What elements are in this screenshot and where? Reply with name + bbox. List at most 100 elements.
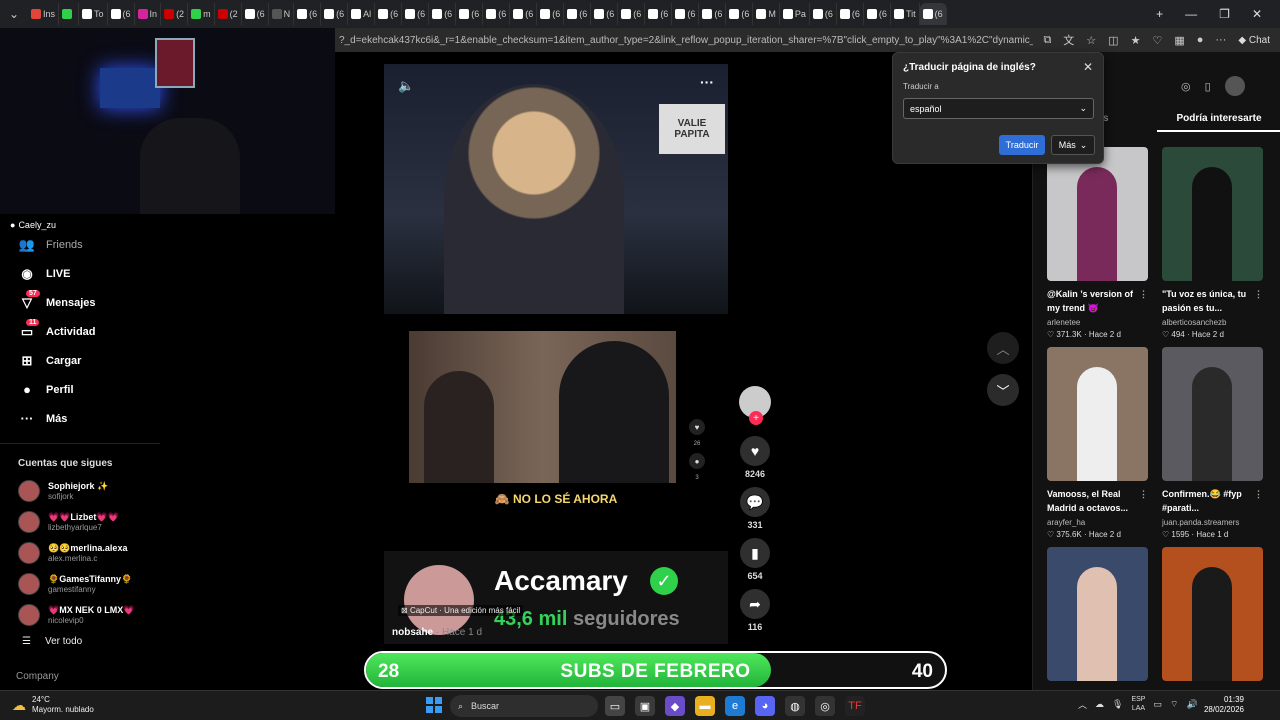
close-window-icon[interactable]: ✕ — [1252, 7, 1262, 21]
maximize-icon[interactable]: ❐ — [1219, 7, 1230, 21]
follow-plus-icon[interactable]: + — [749, 411, 763, 425]
tray-chevron-icon[interactable]: ︿ — [1078, 698, 1087, 711]
browser-tab[interactable]: (6 — [864, 3, 891, 25]
minimize-icon[interactable]: — — [1185, 7, 1197, 21]
bookmark-icon[interactable]: ▮ — [740, 538, 770, 568]
card-more-icon[interactable]: ⋮ — [1254, 487, 1263, 501]
browser-tab[interactable]: (6 — [810, 3, 837, 25]
panel-tab[interactable]: Podría interesarte — [1157, 110, 1280, 132]
browser-tab[interactable]: Pa — [780, 3, 810, 25]
language-indicator[interactable]: ESP LAA — [1131, 695, 1145, 713]
browser-tab[interactable]: (6 — [837, 3, 864, 25]
sidebar-item-ms[interactable]: ··· Más — [0, 404, 160, 433]
taskbar-clock[interactable]: 01:39 28/02/2026 — [1196, 695, 1244, 715]
recommended-video-card[interactable] — [1047, 547, 1148, 681]
browser-tab[interactable]: (6 — [321, 3, 349, 25]
card-more-icon[interactable]: ⋮ — [1139, 487, 1148, 501]
browser-tab[interactable]: (6 — [429, 3, 457, 25]
coin-icon[interactable]: ◎ — [1181, 80, 1191, 93]
video-author[interactable]: alberticosanchezb — [1162, 318, 1263, 327]
capcut-tag[interactable]: ⊠ CapCut · Una edición más fácil — [398, 605, 524, 616]
embedded-comment-icon[interactable]: ● — [689, 453, 705, 469]
card-more-icon[interactable]: ⋮ — [1139, 287, 1148, 301]
video-thumbnail[interactable] — [1162, 347, 1263, 481]
recommended-video-card[interactable]: "Tu voz es única, tu pasión es tu... ⋮ alb… — [1162, 147, 1263, 339]
more-button[interactable]: Más ⌄ — [1051, 135, 1095, 155]
url-text[interactable]: ?_d=ekehcak437kc6i&_r=1&enable_checksum=… — [335, 35, 1033, 46]
share-icon[interactable]: ➦ — [740, 589, 770, 619]
main-video[interactable]: VALIE PAPITA 🔈 ··· — [384, 64, 728, 314]
task-view-icon[interactable]: ▭ — [605, 696, 625, 716]
browser-tab[interactable]: (6 — [645, 3, 673, 25]
video-author[interactable]: arayfer_ha — [1047, 518, 1148, 527]
browser-tab[interactable] — [59, 3, 80, 25]
language-select[interactable]: español ⌄ — [903, 98, 1094, 119]
browser-tab[interactable]: (6 — [699, 3, 727, 25]
browser-tab[interactable]: (6 — [726, 3, 754, 25]
edge-icon[interactable]: e — [725, 696, 745, 716]
microphone-icon[interactable]: 🎙 — [1112, 699, 1123, 710]
split-screen-icon[interactable]: ◫ — [1108, 34, 1118, 47]
sidebar-item-cargar[interactable]: ⊞ Cargar — [0, 346, 160, 375]
browser-tab[interactable]: Tit — [891, 3, 920, 25]
onedrive-icon[interactable]: ☁ — [1095, 699, 1104, 710]
video-thumbnail[interactable] — [1162, 547, 1263, 681]
browser-tab[interactable]: (6 — [919, 3, 947, 25]
comment-icon[interactable]: 💬 — [740, 487, 770, 517]
scroll-up-button[interactable]: ︿ — [987, 332, 1019, 364]
translate-button[interactable]: Traducir — [999, 135, 1045, 155]
see-all-button[interactable]: ☰ Ver todo — [0, 630, 160, 647]
user-avatar[interactable] — [1224, 76, 1245, 96]
like-action[interactable]: ♥ 8246 — [740, 436, 770, 479]
favorite-star-icon[interactable]: ☆ — [1086, 34, 1096, 47]
video-more-icon[interactable]: ··· — [700, 74, 714, 90]
video-thumbnail[interactable] — [1047, 547, 1148, 681]
display-icon[interactable]: ▭ — [1153, 699, 1162, 710]
sidebar-item-mensajes[interactable]: ▽ 57 Mensajes — [0, 288, 160, 317]
menu-dots-icon[interactable]: ··· — [1215, 34, 1226, 46]
video-author[interactable]: juan.panda.streamers — [1162, 518, 1263, 527]
browser-tab[interactable]: (6 — [375, 3, 403, 25]
following-account[interactable]: 🥺🥺merlina.alexa alex.merlina.c — [0, 537, 160, 568]
extensions-icon[interactable]: ♡ — [1152, 34, 1162, 47]
app-icon[interactable]: ◍ — [785, 696, 805, 716]
taskbar-search[interactable]: ⌕ Buscar — [450, 695, 598, 717]
video-thumbnail[interactable] — [1047, 347, 1148, 481]
card-more-icon[interactable]: ⋮ — [1254, 287, 1263, 301]
company-link[interactable]: Company — [0, 647, 160, 682]
scroll-down-button[interactable]: ﹀ — [987, 374, 1019, 406]
tf-app-icon[interactable]: TF — [845, 696, 865, 716]
browser-tab[interactable]: (6 — [564, 3, 592, 25]
tab-list-chevron-icon[interactable]: ⌄ — [0, 0, 28, 28]
video-thumbnail[interactable] — [1047, 147, 1148, 281]
browser-tab[interactable]: N — [269, 3, 295, 25]
browser-tab[interactable]: (6 — [108, 3, 135, 25]
sidebar-item-live[interactable]: ◉ LIVE — [0, 259, 160, 288]
video-author[interactable]: nobsahe · Hace 1 d — [392, 627, 482, 638]
windows-start-icon[interactable] — [426, 697, 442, 713]
embedded-like-icon[interactable]: ♥ — [689, 419, 705, 435]
video-thumbnail[interactable] — [1162, 147, 1263, 281]
following-account[interactable]: 💗💗Lizbet💗💗 lizbethyarlque7 — [0, 506, 160, 537]
embedded-video[interactable] — [409, 331, 676, 483]
favorites-icon[interactable]: ★ — [1131, 34, 1141, 47]
translate-icon[interactable]: 文 — [1063, 32, 1074, 48]
browser-tab[interactable]: To — [79, 3, 108, 25]
heart-icon[interactable]: ♥ — [740, 436, 770, 466]
save-action[interactable]: ▮ 654 — [740, 538, 770, 581]
creator-avatar[interactable]: + — [739, 386, 771, 425]
browser-tab[interactable]: In — [135, 3, 162, 25]
share-action[interactable]: ➦ 116 — [740, 589, 770, 632]
store-icon[interactable]: ▣ — [635, 696, 655, 716]
browser-tab[interactable]: (2 — [161, 3, 189, 25]
recommended-video-card[interactable]: Confirmen.😂 #fyp #parati... ⋮ juan.panda.s… — [1162, 347, 1263, 539]
browser-tab[interactable]: (6 — [456, 3, 484, 25]
browser-tab[interactable]: Ins — [28, 3, 60, 25]
file-explorer-icon[interactable]: ▬ — [695, 696, 715, 716]
following-account[interactable]: Sophiejork ✨ sofijork — [0, 475, 160, 506]
browser-tab[interactable]: (6 — [242, 3, 269, 25]
collections-icon[interactable]: ▦ — [1174, 34, 1184, 47]
address-bar[interactable]: ?_d=ekehcak437kc6i&_r=1&enable_checksum=… — [335, 28, 1280, 52]
browser-tab[interactable]: (6 — [510, 3, 538, 25]
weather-widget[interactable]: ☁ 24°C Mayorm. nublado — [12, 695, 94, 715]
